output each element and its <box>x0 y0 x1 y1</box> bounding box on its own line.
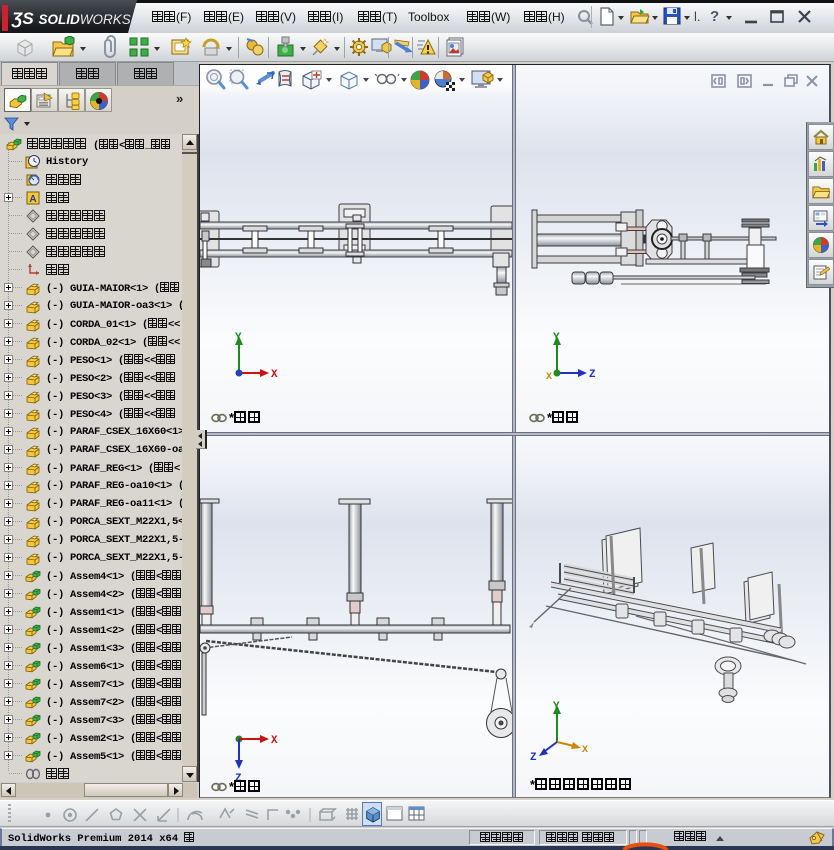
svg-text:Y: Y <box>553 701 560 713</box>
svg-text:X: X <box>546 372 552 383</box>
svg-text:Y: Y <box>235 332 242 344</box>
svg-text:X: X <box>271 369 278 381</box>
svg-text:Y: Y <box>553 332 560 344</box>
svg-text:A: A <box>29 194 36 205</box>
svg-text:Z: Z <box>589 369 596 381</box>
svg-text:X: X <box>271 735 278 747</box>
svg-text:X: X <box>582 745 588 756</box>
svg-text:Z: Z <box>530 752 537 764</box>
